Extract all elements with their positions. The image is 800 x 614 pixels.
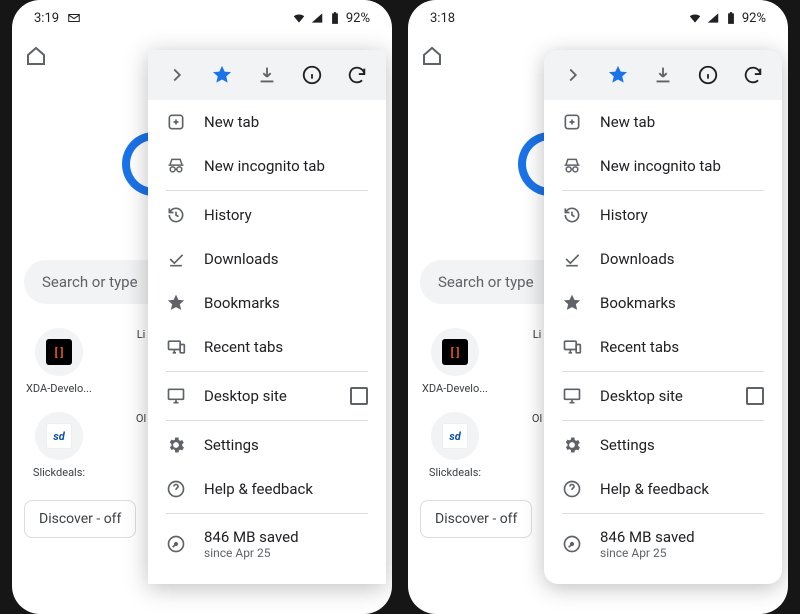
divider xyxy=(166,371,368,372)
shortcut-xda[interactable]: [ ] XDA-Develo... xyxy=(24,328,94,395)
help-icon xyxy=(166,479,186,499)
divider xyxy=(562,371,764,372)
gear-icon xyxy=(166,435,186,455)
battery-percent: 92% xyxy=(742,11,766,26)
gauge-icon xyxy=(166,534,186,554)
action-row xyxy=(148,50,386,100)
menu-desktop-site[interactable]: Desktop site xyxy=(148,374,386,418)
status-bar: 3:18 92% xyxy=(408,0,788,30)
menu-new-tab[interactable]: New tab xyxy=(544,100,782,144)
battery-icon xyxy=(328,11,342,25)
menu-bookmarks[interactable]: Bookmarks xyxy=(148,281,386,325)
phone-left: 3:19 92% Search or type [ ] XDA-Develo..… xyxy=(12,0,392,614)
wifi-icon xyxy=(688,11,702,25)
reload-button[interactable] xyxy=(339,57,375,93)
reload-button[interactable] xyxy=(735,57,771,93)
gauge-icon xyxy=(562,534,582,554)
overflow-menu: New tab New incognito tab History Downlo… xyxy=(148,50,386,584)
desktop-checkbox[interactable] xyxy=(746,387,764,405)
incognito-icon xyxy=(166,156,186,176)
overflow-menu-rounded: New tab New incognito tab History Downlo… xyxy=(544,50,782,584)
sd-favicon: sd xyxy=(442,423,468,449)
battery-icon xyxy=(724,11,738,25)
forward-button[interactable] xyxy=(555,57,591,93)
clock: 3:19 xyxy=(34,11,59,26)
menu-downloads[interactable]: Downloads xyxy=(148,237,386,281)
discover-toggle[interactable]: Discover - off xyxy=(24,500,136,538)
menu-new-tab[interactable]: New tab xyxy=(148,100,386,144)
divider xyxy=(562,190,764,191)
desktop-icon xyxy=(166,386,186,406)
forward-button[interactable] xyxy=(159,57,195,93)
desktop-icon xyxy=(562,386,582,406)
download-button[interactable] xyxy=(249,57,285,93)
battery-percent: 92% xyxy=(346,11,370,26)
wifi-icon xyxy=(292,11,306,25)
gmail-icon xyxy=(67,11,81,25)
plus-square-icon xyxy=(166,112,186,132)
menu-history[interactable]: History xyxy=(148,193,386,237)
devices-icon xyxy=(562,337,582,357)
menu-help[interactable]: Help & feedback xyxy=(148,467,386,511)
menu-recent-tabs[interactable]: Recent tabs xyxy=(544,325,782,369)
history-icon xyxy=(562,205,582,225)
divider xyxy=(562,513,764,514)
info-button[interactable] xyxy=(294,57,330,93)
search-placeholder: Search or type xyxy=(42,273,138,291)
plus-square-icon xyxy=(562,112,582,132)
shortcut-slickdeals[interactable]: sd Slickdeals: xyxy=(420,412,490,479)
status-bar: 3:19 92% xyxy=(12,0,392,30)
devices-icon xyxy=(166,337,186,357)
download-done-icon xyxy=(562,249,582,269)
menu-help[interactable]: Help & feedback xyxy=(544,467,782,511)
menu-settings[interactable]: Settings xyxy=(148,423,386,467)
incognito-icon xyxy=(562,156,582,176)
xda-favicon: [ ] xyxy=(46,339,72,365)
signal-icon xyxy=(706,11,720,25)
phone-right: 3:18 92% Search or type [ ] XDA-Develo..… xyxy=(408,0,788,614)
help-icon xyxy=(562,479,582,499)
history-icon xyxy=(166,205,186,225)
menu-incognito[interactable]: New incognito tab xyxy=(148,144,386,188)
gear-icon xyxy=(562,435,582,455)
bookmark-star-button[interactable] xyxy=(204,57,240,93)
menu-recent-tabs[interactable]: Recent tabs xyxy=(148,325,386,369)
discover-toggle[interactable]: Discover - off xyxy=(420,500,532,538)
shortcut-slickdeals[interactable]: sd Slickdeals: xyxy=(24,412,94,479)
home-icon[interactable] xyxy=(420,44,444,68)
sd-favicon: sd xyxy=(46,423,72,449)
shortcut-xda[interactable]: [ ] XDA-Develo... xyxy=(420,328,490,395)
action-row xyxy=(544,50,782,100)
star-icon xyxy=(166,293,186,313)
menu-desktop-site[interactable]: Desktop site xyxy=(544,374,782,418)
menu-bookmarks[interactable]: Bookmarks xyxy=(544,281,782,325)
divider xyxy=(166,190,368,191)
menu-data-saver[interactable]: 846 MB saved since Apr 25 xyxy=(544,516,782,572)
divider xyxy=(166,513,368,514)
info-button[interactable] xyxy=(690,57,726,93)
menu-data-saver[interactable]: 846 MB saved since Apr 25 xyxy=(148,516,386,572)
bookmark-star-button[interactable] xyxy=(600,57,636,93)
download-done-icon xyxy=(166,249,186,269)
star-icon xyxy=(562,293,582,313)
menu-settings[interactable]: Settings xyxy=(544,423,782,467)
signal-icon xyxy=(310,11,324,25)
menu-downloads[interactable]: Downloads xyxy=(544,237,782,281)
divider xyxy=(166,420,368,421)
download-button[interactable] xyxy=(645,57,681,93)
menu-incognito[interactable]: New incognito tab xyxy=(544,144,782,188)
home-icon[interactable] xyxy=(24,44,48,68)
clock: 3:18 xyxy=(430,11,455,26)
desktop-checkbox[interactable] xyxy=(350,387,368,405)
xda-favicon: [ ] xyxy=(442,339,468,365)
divider xyxy=(562,420,764,421)
search-placeholder: Search or type xyxy=(438,273,534,291)
menu-history[interactable]: History xyxy=(544,193,782,237)
